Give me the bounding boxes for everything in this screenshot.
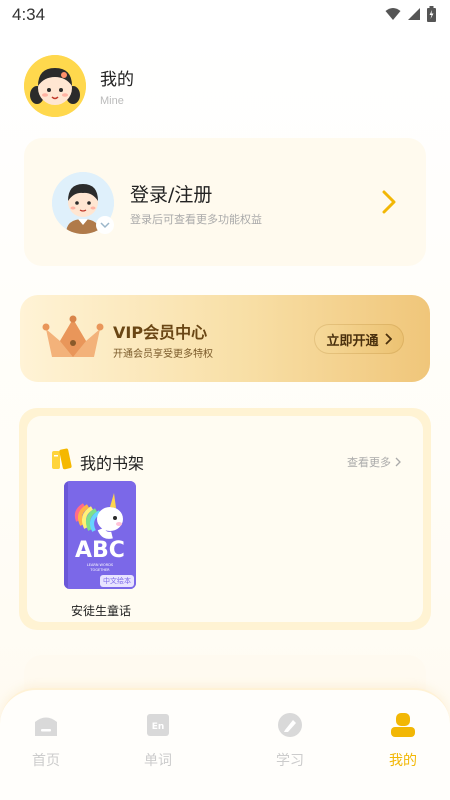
vip-open-button[interactable]: 立即开通: [314, 324, 404, 354]
login-subtitle: 登录后可查看更多功能权益: [130, 213, 262, 226]
unicorn-illustration-icon: ABC LEARN WORDS TOGETHER: [64, 481, 136, 589]
profile-icon: [391, 713, 415, 737]
vip-card[interactable]: VIP会员中心 开通会员享受更多特权 立即开通: [20, 295, 430, 382]
profile-title: 我的: [100, 70, 134, 90]
wifi-icon: [385, 8, 401, 20]
status-time: 4:34: [12, 5, 46, 24]
svg-text:En: En: [152, 722, 165, 732]
login-card[interactable]: 登录/注册 登录后可查看更多功能权益: [24, 138, 426, 266]
study-icon: [278, 713, 302, 737]
book-cover[interactable]: ABC LEARN WORDS TOGETHER 中文绘本: [64, 481, 136, 589]
tab-home[interactable]: 首页: [11, 712, 81, 770]
bookshelf-more-label: 查看更多: [347, 456, 391, 469]
tab-mine[interactable]: 我的: [368, 712, 438, 770]
bookshelf-title: 我的书架: [80, 454, 145, 473]
bookshelf-more-link[interactable]: 查看更多: [347, 454, 401, 470]
tab-study[interactable]: 学习: [255, 712, 325, 770]
vip-open-button-label: 立即开通: [326, 333, 379, 349]
svg-text:TOGETHER: TOGETHER: [89, 568, 110, 572]
svg-text:ABC: ABC: [75, 538, 125, 563]
vip-title: VIP会员中心: [113, 323, 208, 342]
vip-subtitle: 开通会员享受更多特权: [113, 349, 213, 360]
tab-bar: 首页 En 单词 学习 我的: [0, 688, 450, 800]
status-bar: 4:34: [0, 0, 450, 32]
book-tag: 中文绘本: [100, 575, 134, 587]
bookshelf-inner: 我的书架 查看更多 ABC LEARN WORDS TOGETHER 中文绘本 …: [27, 416, 423, 622]
bookshelf-card: 我的书架 查看更多 ABC LEARN WORDS TOGETHER 中文绘本 …: [19, 408, 431, 630]
chevron-down-icon: [100, 222, 110, 229]
tab-study-label: 学习: [276, 753, 304, 769]
svg-text:LEARN WORDS: LEARN WORDS: [87, 563, 114, 567]
books-icon: [52, 448, 72, 470]
login-title[interactable]: 登录/注册: [130, 180, 212, 207]
crown-icon: [42, 315, 104, 357]
girl-avatar-icon: [24, 55, 86, 117]
avatar[interactable]: [24, 55, 86, 117]
profile-header: 我的 Mine: [24, 55, 134, 117]
profile-subtitle: Mine: [100, 95, 124, 107]
chevron-right-icon: [384, 333, 392, 345]
chevron-right-icon: [395, 457, 401, 467]
tab-home-label: 首页: [32, 753, 60, 769]
battery-icon: [427, 6, 436, 22]
status-icons: [385, 6, 436, 22]
chevron-right-icon[interactable]: [382, 190, 396, 214]
avatar-edit-badge: [96, 216, 114, 234]
tab-words-label: 单词: [144, 753, 172, 769]
tab-mine-label: 我的: [389, 753, 417, 769]
book-title[interactable]: 安徒生童话: [59, 602, 143, 619]
tab-words[interactable]: En 单词: [123, 712, 193, 770]
signal-icon: [408, 8, 420, 20]
words-icon: En: [147, 714, 169, 736]
profile-text: 我的 Mine: [100, 65, 134, 107]
home-icon: [35, 717, 57, 736]
